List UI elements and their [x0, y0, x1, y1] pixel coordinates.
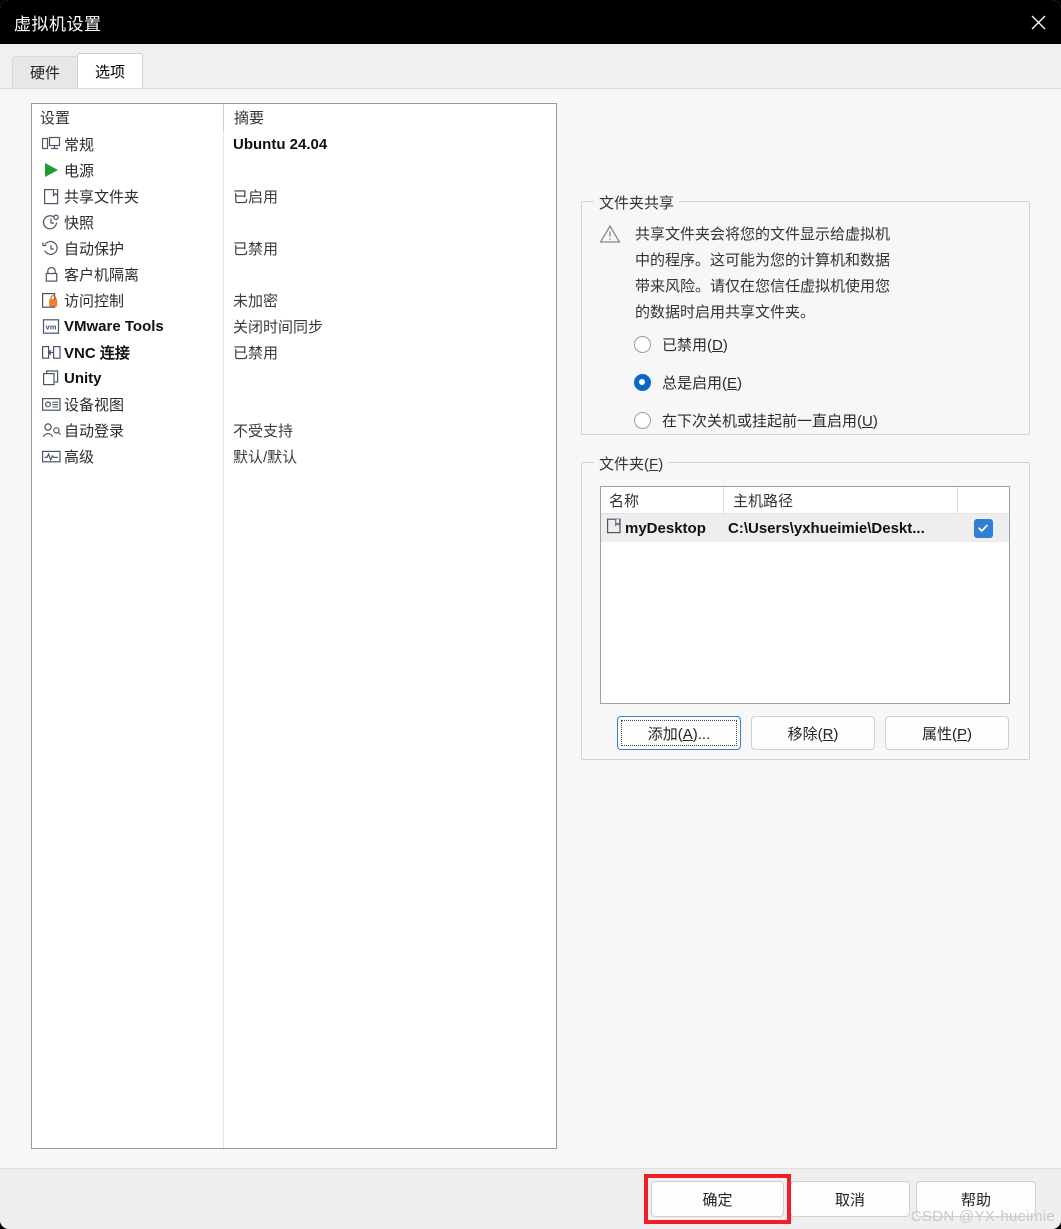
vnc-icon [39, 342, 63, 362]
folder-enabled-cell [957, 518, 1009, 538]
list-item-summary: 关闭时间同步 [233, 318, 324, 336]
list-item-power[interactable]: 电源 [32, 157, 556, 183]
folder-sharing-group: 文件夹共享 共享文件夹会将您的文件显示给虚拟机 中的程序。这可能为您的计算机和数… [581, 192, 1030, 435]
column-header-name: 名称 [609, 493, 640, 510]
list-item-access-control[interactable]: 访问控制 未加密 [32, 287, 556, 313]
autoprotect-icon [39, 238, 63, 258]
column-header-host-path: 主机路径 [723, 487, 957, 513]
sharing-warning-text: 共享文件夹会将您的文件显示给虚拟机 中的程序。这可能为您的计算机和数据 带来风险… [635, 222, 955, 326]
svg-text:vm: vm [46, 322, 57, 331]
advanced-icon [39, 446, 63, 466]
remove-folder-button[interactable]: 移除(R) [751, 716, 875, 750]
folder-host-path: C:\Users\yxhueimie\Deskt... [728, 519, 925, 537]
monitor-icon [39, 134, 63, 154]
list-item-vnc[interactable]: VNC 连接 已禁用 [32, 339, 556, 365]
list-item-summary: 不受支持 [233, 422, 294, 440]
radio-label: 总是启用(E) [662, 375, 743, 392]
lock-icon [39, 264, 63, 284]
device-view-icon [39, 394, 63, 414]
settings-list-header: 设置 摘要 [32, 104, 556, 131]
list-item-summary: 未加密 [233, 292, 279, 310]
list-item-label: 自动登录 [64, 422, 125, 440]
list-item-guest-isolation[interactable]: 客户机隔离 [32, 261, 556, 287]
folder-properties-button[interactable]: 属性(P) [885, 716, 1009, 750]
column-header-enabled [957, 487, 1009, 513]
page-title: 虚拟机设置 [14, 14, 102, 34]
list-item-label: 访问控制 [64, 292, 125, 310]
add-folder-button[interactable]: 添加(A)... [617, 716, 741, 750]
folder-icon [39, 186, 63, 206]
title-bar: 虚拟机设置 [0, 0, 1061, 44]
warning-line: 共享文件夹会将您的文件显示给虚拟机 [635, 226, 891, 243]
warning-triangle-icon [599, 222, 623, 326]
folders-group: 文件夹(F) 名称 主机路径 myDesktop C:\Users\yxhuei… [581, 453, 1030, 760]
list-item-label: 电源 [64, 162, 95, 180]
list-item-label: 高级 [64, 448, 95, 466]
warning-line: 中的程序。这可能为您的计算机和数据 [635, 252, 891, 269]
tab-options[interactable]: 选项 [77, 53, 144, 88]
list-item-label: Unity [64, 369, 102, 387]
list-item-snapshot[interactable]: 快照 [32, 209, 556, 235]
radio-disabled[interactable]: 已禁用(D) [634, 334, 728, 355]
folder-sharing-legend: 文件夹共享 [594, 192, 680, 213]
watermark: CSDN @YX-hueimie [910, 1208, 1055, 1225]
list-item-summary: 默认/默认 [233, 448, 298, 466]
close-icon[interactable] [1015, 0, 1061, 44]
list-item-label: 自动保护 [64, 240, 125, 258]
tab-hardware[interactable]: 硬件 [12, 56, 79, 88]
radio-indicator[interactable] [634, 374, 651, 391]
warning-line: 的数据时启用共享文件夹。 [635, 304, 816, 321]
folder-name: myDesktop [625, 519, 706, 537]
play-icon [39, 160, 63, 180]
table-row[interactable]: myDesktop C:\Users\yxhueimie\Deskt... [601, 514, 1009, 542]
column-header-summary: 摘要 [223, 104, 556, 131]
list-item-summary: 已启用 [233, 188, 279, 206]
list-item-general[interactable]: 常规 Ubuntu 24.04 [32, 131, 556, 157]
ok-button[interactable]: 确定 [651, 1181, 784, 1217]
folders-legend: 文件夹(F) [594, 453, 669, 474]
list-item-unity[interactable]: Unity [32, 365, 556, 391]
radio-label: 在下次关机或挂起前一直启用(U) [662, 413, 878, 430]
unity-icon [39, 368, 63, 388]
tab-bar: 硬件 选项 [0, 44, 1061, 88]
snapshot-icon [39, 212, 63, 232]
list-item-label: 客户机隔离 [64, 266, 140, 284]
cancel-button[interactable]: 取消 [790, 1181, 910, 1217]
list-item-label: 常规 [64, 136, 95, 154]
column-header-settings: 设置 [40, 110, 71, 127]
list-item-summary: Ubuntu 24.04 [233, 135, 328, 153]
folder-name-cell: myDesktop [601, 518, 723, 538]
list-item-label: VMware Tools [64, 317, 164, 335]
folders-table-header: 名称 主机路径 [601, 487, 1009, 514]
settings-list[interactable]: 设置 摘要 常规 Ubuntu 24.04 电源 共享文件夹 已启用 快照 自动… [31, 103, 557, 1149]
list-item-vmware-tools[interactable]: vm VMware Tools 关闭时间同步 [32, 313, 556, 339]
list-item-autologon[interactable]: 自动登录 不受支持 [32, 417, 556, 443]
folders-table[interactable]: 名称 主机路径 myDesktop C:\Users\yxhueimie\Des… [600, 486, 1010, 704]
list-item-label: 共享文件夹 [64, 188, 140, 206]
list-item-device-view[interactable]: 设备视图 [32, 391, 556, 417]
list-item-shared-folders[interactable]: 共享文件夹 已启用 [32, 183, 556, 209]
list-item-label: 设备视图 [64, 396, 125, 414]
warning-line: 带来风险。请仅在您信任虚拟机使用您 [635, 278, 891, 295]
vm-settings-dialog: 虚拟机设置 硬件 选项 设置 摘要 常规 Ubuntu 24.04 电源 共享文… [0, 0, 1061, 1229]
list-item-label: 快照 [64, 214, 95, 232]
folder-icon [607, 518, 621, 538]
list-item-summary: 已禁用 [233, 240, 279, 258]
access-lock-icon [39, 290, 63, 310]
radio-label: 已禁用(D) [662, 337, 728, 354]
sharing-warning: 共享文件夹会将您的文件显示给虚拟机 中的程序。这可能为您的计算机和数据 带来风险… [599, 222, 955, 326]
autologon-icon [39, 420, 63, 440]
dialog-body: 设置 摘要 常规 Ubuntu 24.04 电源 共享文件夹 已启用 快照 自动… [0, 88, 1061, 1168]
list-item-summary: 已禁用 [233, 344, 279, 362]
radio-indicator[interactable] [634, 412, 651, 429]
list-item-advanced[interactable]: 高级 默认/默认 [32, 443, 556, 469]
list-item-label: VNC 连接 [64, 344, 130, 362]
radio-indicator[interactable] [634, 336, 651, 353]
radio-until-shutdown[interactable]: 在下次关机或挂起前一直启用(U) [634, 410, 878, 431]
radio-always-enabled[interactable]: 总是启用(E) [634, 372, 742, 393]
check-icon[interactable] [973, 518, 993, 538]
list-item-autoprotect[interactable]: 自动保护 已禁用 [32, 235, 556, 261]
vmware-tools-icon: vm [39, 316, 63, 336]
